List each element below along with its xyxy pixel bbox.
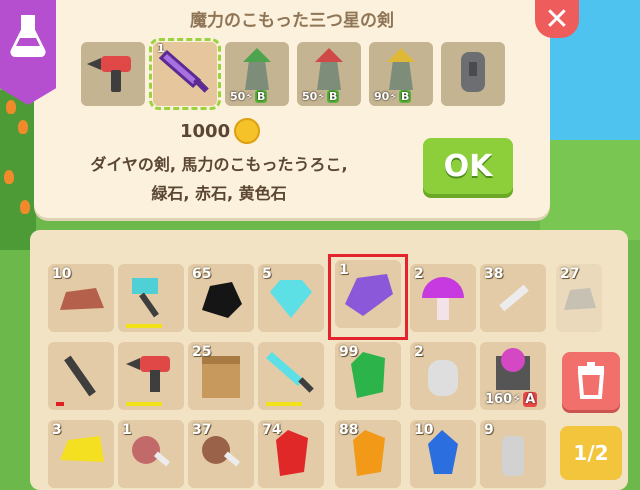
durability-bar <box>266 402 302 406</box>
drill-icon <box>87 56 131 92</box>
inventory-slot-hammer[interactable] <box>118 264 184 332</box>
trash-button[interactable] <box>562 352 620 410</box>
inventory-slot-wrench[interactable] <box>48 342 114 410</box>
inventory-slot-coal[interactable]: 65 <box>188 264 254 332</box>
inventory-slot-brick[interactable]: 10 <box>48 264 114 332</box>
price-row: 1000 <box>180 118 261 144</box>
inventory-slot-wood-block[interactable]: 25 <box>188 342 254 410</box>
durability-bar <box>126 402 162 406</box>
carrot-icon <box>6 100 16 114</box>
inventory-slot-orange-gem[interactable]: 88 <box>335 420 401 488</box>
durability-bar <box>56 402 64 406</box>
hammer-icon <box>132 278 159 318</box>
selection-frame <box>328 254 408 340</box>
wrench-icon <box>64 355 96 397</box>
inventory-slot-sack[interactable]: 2 <box>410 342 476 410</box>
recipe-line: 緑石, 赤石, 黄色石 <box>151 184 287 203</box>
drill-icon <box>126 356 170 392</box>
material-slot-stone-statue[interactable] <box>441 42 505 106</box>
material-slot-yellow-tower[interactable]: 90⚡ B <box>369 42 433 106</box>
stone-statue-icon <box>461 52 485 92</box>
ok-button[interactable]: OK <box>423 138 513 194</box>
inventory-slot-green-stone[interactable]: 99 <box>335 342 401 410</box>
trash-icon <box>577 362 605 399</box>
material-slot-drill[interactable] <box>81 42 145 106</box>
item-title: 魔力のこもった三つ星の剣 <box>190 11 394 31</box>
material-slot-green-tower[interactable]: 50⚡ B <box>225 42 289 106</box>
coin-icon <box>234 118 261 144</box>
carrot-field <box>0 90 36 250</box>
durability-bar <box>126 324 162 328</box>
inventory-slot-diamond[interactable]: 5 <box>258 264 324 332</box>
inventory-slot-stone[interactable]: 27 <box>556 264 602 332</box>
inventory-slot-blue-gem[interactable]: 10 <box>410 420 476 488</box>
material-slot-crystal-sword[interactable]: 1 <box>149 38 221 110</box>
inventory-slot-drill[interactable] <box>118 342 184 410</box>
diamond-sword-icon <box>266 352 314 393</box>
inventory-slot-mushroom[interactable]: 2 <box>410 264 476 332</box>
page-button[interactable]: 1/2 <box>560 426 622 480</box>
carrot-icon <box>4 170 14 184</box>
recipe-text: ダイヤの剣, 馬力のこもったうろこ, 緑石, 赤石, 黄色石 <box>44 150 394 208</box>
price-value: 1000 <box>180 120 231 142</box>
inventory-slot-diamond-sword[interactable] <box>258 342 324 410</box>
carrot-icon <box>18 120 28 134</box>
carrot-icon <box>20 200 30 214</box>
recipe-line: ダイヤの剣, 馬力のこもったうろこ, <box>90 155 348 174</box>
material-slot-red-tower[interactable]: 50⚡ B <box>297 42 361 106</box>
inventory-slot-meat[interactable]: 1 <box>118 420 184 488</box>
inventory-slot-bone[interactable]: 38 <box>480 264 546 332</box>
inventory-slot-purple-tower[interactable]: 160⚡ A <box>480 342 546 410</box>
grass-area-right <box>540 140 640 240</box>
inventory-slot-yellow-stone[interactable]: 3 <box>48 420 114 488</box>
inventory-slot-roast-meat[interactable]: 37 <box>188 420 254 488</box>
inventory-slot-red-stone[interactable]: 74 <box>258 420 324 488</box>
inventory-slot-log[interactable]: 9 <box>480 420 546 488</box>
